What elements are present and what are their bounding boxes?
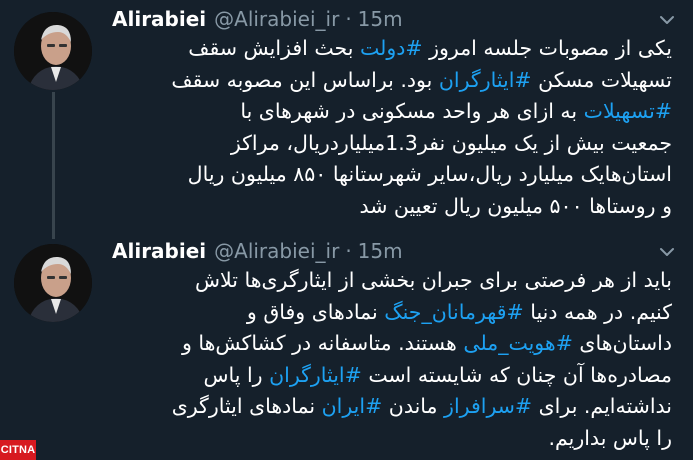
hashtag-link[interactable]: #قهرمانان_جنگ bbox=[384, 300, 523, 324]
text-segment: ماندن bbox=[382, 394, 445, 418]
author-handle[interactable]: @Alirabiei_ir bbox=[214, 239, 339, 263]
tweet-text-line: استان‌هایک میلیارد ریال،سایر شهرستانها ۸… bbox=[106, 159, 672, 191]
hashtag-link[interactable]: #دولت bbox=[360, 36, 423, 60]
text-segment: را پاس بداریم. bbox=[548, 425, 672, 450]
separator: · bbox=[345, 7, 352, 31]
text-segment: مصادره‌ها آن چنان که شایسته است bbox=[361, 362, 672, 387]
text-segment: نمادهای وفاق و bbox=[246, 299, 385, 324]
author-name[interactable]: Alirabiei bbox=[112, 7, 206, 31]
timestamp[interactable]: 15m bbox=[358, 7, 403, 31]
tweet-header: Alirabiei @Alirabiei_ir · 15m bbox=[112, 6, 653, 32]
timestamp[interactable]: 15m bbox=[358, 239, 403, 263]
tweet-header: Alirabiei @Alirabiei_ir · 15m bbox=[112, 238, 653, 264]
tweet-text-line: باید از هر فرصتی برای جبران بخشی از ایثا… bbox=[106, 265, 672, 297]
tweet-text-line: جمعیت بیش از یک میلیون نفر1.3میلیاردریال… bbox=[106, 128, 672, 160]
text-segment: را پاس bbox=[203, 362, 270, 387]
avatar-photo bbox=[14, 244, 92, 322]
tweet-text-line: را پاس بداریم. bbox=[106, 423, 672, 455]
tweet-1[interactable]: Alirabiei @Alirabiei_ir · 15m یکی از مصو… bbox=[0, 0, 693, 236]
text-segment: بحث افزایش سقف bbox=[188, 36, 360, 60]
hashtag-link[interactable]: #تسهیلات bbox=[584, 99, 672, 123]
text-segment: داستان‌های bbox=[572, 331, 672, 355]
text-segment: باید از هر فرصتی برای جبران بخشی از ایثا… bbox=[194, 268, 672, 292]
text-segment: جمعیت بیش از یک میلیون نفر1.3میلیاردریال… bbox=[230, 130, 672, 155]
text-segment: و روستاها ۵۰۰ میلیون ریال تعیین شد bbox=[359, 193, 672, 218]
text-segment: بود. براساس این مصوبه سقف bbox=[171, 67, 439, 92]
text-segment: کنیم. در همه دنیا bbox=[523, 299, 672, 324]
hashtag-link[interactable]: #ایثارگران bbox=[439, 68, 532, 92]
tweet-text-line: و روستاها ۵۰۰ میلیون ریال تعیین شد bbox=[106, 191, 672, 223]
tweet-text-line: نداشته‌ایم. برای #سرافراز ماندن #ایران ن… bbox=[106, 391, 672, 423]
author-handle[interactable]: @Alirabiei_ir bbox=[214, 7, 339, 31]
avatar-photo bbox=[14, 12, 92, 90]
hashtag-link[interactable]: #ایثارگران bbox=[269, 363, 362, 387]
text-segment: به ازای هر واحد مسکونی در شهرهای با bbox=[240, 99, 584, 123]
tweet-text-line: تسهیلات مسکن #ایثارگران بود. براساس این … bbox=[106, 65, 672, 97]
hashtag-link[interactable]: #ایران bbox=[322, 394, 383, 418]
text-segment: نمادهای ایثارگری bbox=[171, 394, 322, 418]
watermark-logo: CITNA bbox=[0, 440, 36, 460]
hashtag-link[interactable]: #سرافراز bbox=[444, 394, 532, 418]
author-name[interactable]: Alirabiei bbox=[112, 239, 206, 263]
tweet-text: یکی از مصوبات جلسه امروز #دولت بحث افزای… bbox=[106, 33, 672, 222]
chevron-down-icon[interactable] bbox=[655, 8, 679, 32]
chevron-down-icon[interactable] bbox=[655, 240, 679, 264]
tweet-text-line: کنیم. در همه دنیا #قهرمانان_جنگ نمادهای … bbox=[106, 297, 672, 329]
tweet-text-line: یکی از مصوبات جلسه امروز #دولت بحث افزای… bbox=[106, 33, 672, 65]
avatar[interactable] bbox=[14, 244, 92, 322]
tweet-text: باید از هر فرصتی برای جبران بخشی از ایثا… bbox=[106, 265, 672, 454]
avatar[interactable] bbox=[14, 12, 92, 90]
tweet-2[interactable]: Alirabiei @Alirabiei_ir · 15m باید از هر… bbox=[0, 236, 693, 460]
text-segment: یکی از مصوبات جلسه امروز bbox=[422, 36, 672, 60]
tweet-text-line: #تسهیلات به ازای هر واحد مسکونی در شهرها… bbox=[106, 96, 672, 128]
tweet-text-line: مصادره‌ها آن چنان که شایسته است #ایثارگر… bbox=[106, 360, 672, 392]
tweet-text-line: داستان‌های #هویت_ملی هستند. متاسفانه در … bbox=[106, 328, 672, 360]
text-segment: تسهیلات مسکن bbox=[531, 67, 672, 92]
text-segment: هستند. متاسفانه در کشاکش‌ها و bbox=[181, 331, 464, 355]
text-segment: استان‌هایک میلیارد ریال،سایر شهرستانها ۸… bbox=[187, 162, 672, 186]
hashtag-link[interactable]: #هویت_ملی bbox=[463, 331, 573, 355]
text-segment: نداشته‌ایم. برای bbox=[532, 394, 672, 418]
separator: · bbox=[345, 239, 352, 263]
